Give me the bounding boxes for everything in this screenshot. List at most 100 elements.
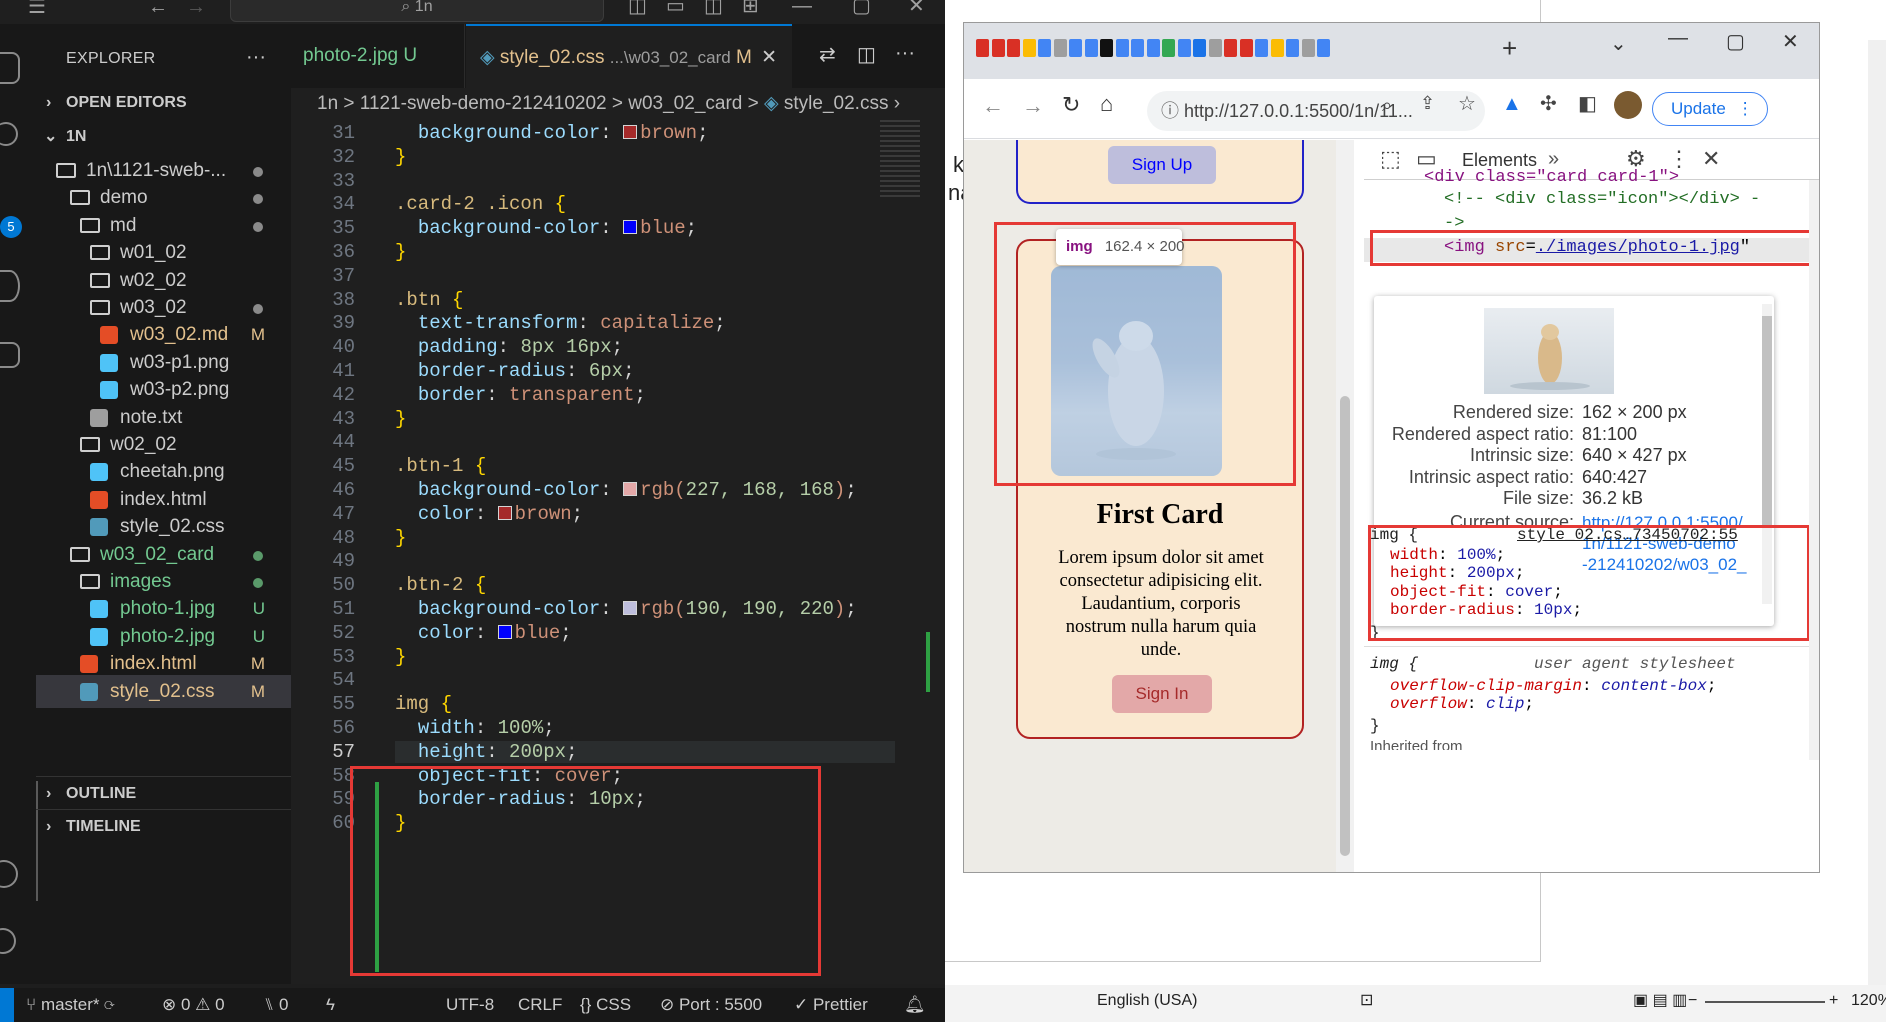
devtools-scrollbar[interactable] (1809, 180, 1819, 760)
search-icon[interactable] (0, 122, 18, 146)
zoom-level[interactable]: 120% (1851, 985, 1886, 1017)
code-line[interactable]: color: blue; (395, 622, 572, 644)
maximize-icon[interactable]: ▢ (852, 0, 871, 16)
code-line[interactable]: .btn-2 { (395, 574, 486, 596)
pinned-tab-favicon[interactable] (1069, 39, 1082, 57)
pinned-tab-favicon[interactable] (991, 39, 1005, 57)
forward-arrow-icon[interactable]: → (186, 0, 206, 17)
root-folder-section[interactable]: ⌄ 1N (36, 120, 291, 153)
pinned-tab-favicon[interactable] (1177, 39, 1191, 57)
pinned-tab-favicon[interactable] (1038, 39, 1051, 57)
code-line[interactable]: border: transparent; (395, 384, 646, 406)
notifications-bell-icon[interactable]: 🔔︎ (904, 988, 926, 1022)
word-scrollbar[interactable] (1868, 40, 1886, 985)
code-line[interactable]: text-transform: capitalize; (395, 312, 726, 334)
outline-section[interactable]: › OUTLINE (36, 776, 291, 809)
live-server-status[interactable]: ⊘ Port : 5500 (660, 988, 762, 1022)
code-line[interactable]: } (395, 146, 406, 168)
pinned-tab-favicon[interactable] (1224, 39, 1237, 57)
code-line[interactable]: } (395, 241, 406, 263)
code-line[interactable]: .btn { (395, 289, 463, 311)
pinned-tab-favicon[interactable] (1131, 39, 1144, 57)
close-devtools-icon[interactable]: ✕ (1702, 146, 1720, 172)
tab-style-02-css[interactable]: ◈ style_02.css ...\w03_02_card M ✕ (466, 24, 792, 88)
view-icons[interactable]: ▣ ▤ ▥ (1633, 985, 1687, 1017)
code-line[interactable]: background-color: rgb(190, 190, 220); (395, 598, 857, 620)
user-agent-rule[interactable]: img { user agent stylesheet overflow-cli… (1364, 646, 1809, 736)
update-button[interactable]: Update ⋮ (1652, 92, 1768, 126)
code-line[interactable]: width: 100%; (395, 717, 555, 739)
page-scrollbar[interactable] (1336, 140, 1354, 872)
code-line[interactable]: background-color: brown; (395, 122, 709, 144)
code-line[interactable]: padding: 8px 16px; (395, 336, 623, 358)
inspect-element-icon[interactable]: ⬚ (1380, 146, 1401, 172)
menu-icon[interactable]: ☰ (28, 0, 46, 17)
code-line[interactable]: background-color: blue; (395, 217, 697, 239)
source-control-badge[interactable]: 5 (0, 216, 22, 238)
layout-secondary-icon[interactable]: ◫ (704, 0, 723, 16)
minimize-icon[interactable]: — (1668, 27, 1688, 50)
close-window-icon[interactable]: ✕ (1782, 29, 1799, 54)
tree-item[interactable]: style_02.css M (36, 674, 291, 708)
explorer-icon[interactable] (0, 52, 20, 84)
extensions-icon[interactable] (0, 342, 20, 368)
zoom-icon[interactable]: ⌕ (1382, 95, 1392, 116)
code-line[interactable]: .card-2 .icon { (395, 193, 566, 215)
close-window-icon[interactable]: ✕ (908, 0, 925, 16)
back-icon[interactable]: ← (982, 93, 1004, 119)
pinned-tab-favicon[interactable] (1146, 39, 1160, 57)
tab-search-chevron-icon[interactable]: ⌄ (1610, 31, 1627, 56)
breadcrumb-path[interactable]: 1n > 1121-sweb-demo-212410202 > w03_02_c… (317, 93, 759, 114)
run-debug-icon[interactable] (0, 270, 20, 302)
settings-gear-icon[interactable] (0, 928, 16, 954)
site-info-icon[interactable]: ⓘ (1161, 101, 1179, 121)
layout-panel-icon[interactable]: ▭ (666, 0, 685, 16)
pinned-tab-favicon[interactable] (1193, 39, 1206, 57)
more-actions-icon[interactable]: ··· (246, 46, 266, 69)
pinned-tab-favicon[interactable] (1100, 39, 1113, 57)
css-declaration[interactable]: overflow-clip-margin: content-box; (1390, 677, 1716, 695)
pinned-tab-favicon[interactable] (1301, 39, 1315, 57)
split-editor-icon[interactable]: ◫ (857, 42, 876, 67)
editor-more-icon[interactable]: ··· (895, 42, 915, 65)
close-tab-icon[interactable]: ✕ (761, 47, 777, 68)
code-line[interactable]: color: brown; (395, 503, 583, 525)
pinned-tab-favicon[interactable] (1007, 39, 1020, 57)
css-declaration[interactable]: overflow: clip; (1390, 695, 1534, 713)
breadcrumb-file[interactable]: style_02.css (784, 93, 889, 114)
code-line[interactable]: .btn-1 { (395, 455, 486, 477)
sign-up-button[interactable]: Sign Up (1108, 146, 1216, 184)
code-line[interactable]: height: 200px; (395, 740, 895, 763)
code-line[interactable]: } (395, 408, 406, 430)
bookmark-star-icon[interactable]: ☆ (1458, 91, 1476, 116)
reload-icon[interactable]: ↻ (1062, 92, 1080, 118)
focus-icon[interactable]: ⊡ (1360, 985, 1373, 1017)
extensions-puzzle-icon[interactable]: ✣ (1540, 91, 1557, 116)
drive-extension-icon[interactable]: ▲ (1502, 93, 1522, 116)
account-icon[interactable] (0, 860, 18, 888)
pinned-tab-favicon[interactable] (1239, 39, 1253, 57)
code-line[interactable]: img { (395, 693, 452, 715)
prettier-status[interactable]: ✓ Prettier (794, 988, 868, 1022)
forward-icon[interactable]: → (1022, 93, 1044, 119)
layout-sidebar-icon[interactable]: ◫ (628, 0, 647, 16)
ports-status[interactable]: ⑊ 0 (264, 988, 288, 1022)
side-panel-icon[interactable]: ◧ (1578, 91, 1597, 116)
pinned-tab-favicon[interactable] (1053, 39, 1067, 57)
profile-avatar[interactable] (1614, 91, 1642, 119)
code-line[interactable]: background-color: rgb(227, 168, 168); (395, 479, 857, 501)
minimap[interactable] (880, 120, 930, 984)
minimize-icon[interactable]: — (792, 0, 812, 16)
open-editors-section[interactable]: › OPEN EDITORS (36, 86, 291, 119)
command-center-search[interactable]: ⌕ 1n (230, 0, 604, 22)
pinned-tab-favicon[interactable] (1270, 39, 1284, 57)
language-status[interactable]: {} CSS (580, 988, 631, 1022)
remote-indicator[interactable] (0, 988, 14, 1022)
language-indicator[interactable]: English (USA) (1097, 985, 1197, 1017)
pinned-tab-favicon[interactable] (1162, 39, 1175, 57)
zoom-slider[interactable] (1705, 1001, 1825, 1003)
pinned-tab-favicon[interactable] (1084, 39, 1098, 57)
problems-status[interactable]: ⊗ 0 ⚠ 0 (162, 988, 225, 1022)
pinned-tab-favicon[interactable] (1208, 39, 1222, 57)
share-icon[interactable]: ⇪ (1420, 93, 1435, 114)
